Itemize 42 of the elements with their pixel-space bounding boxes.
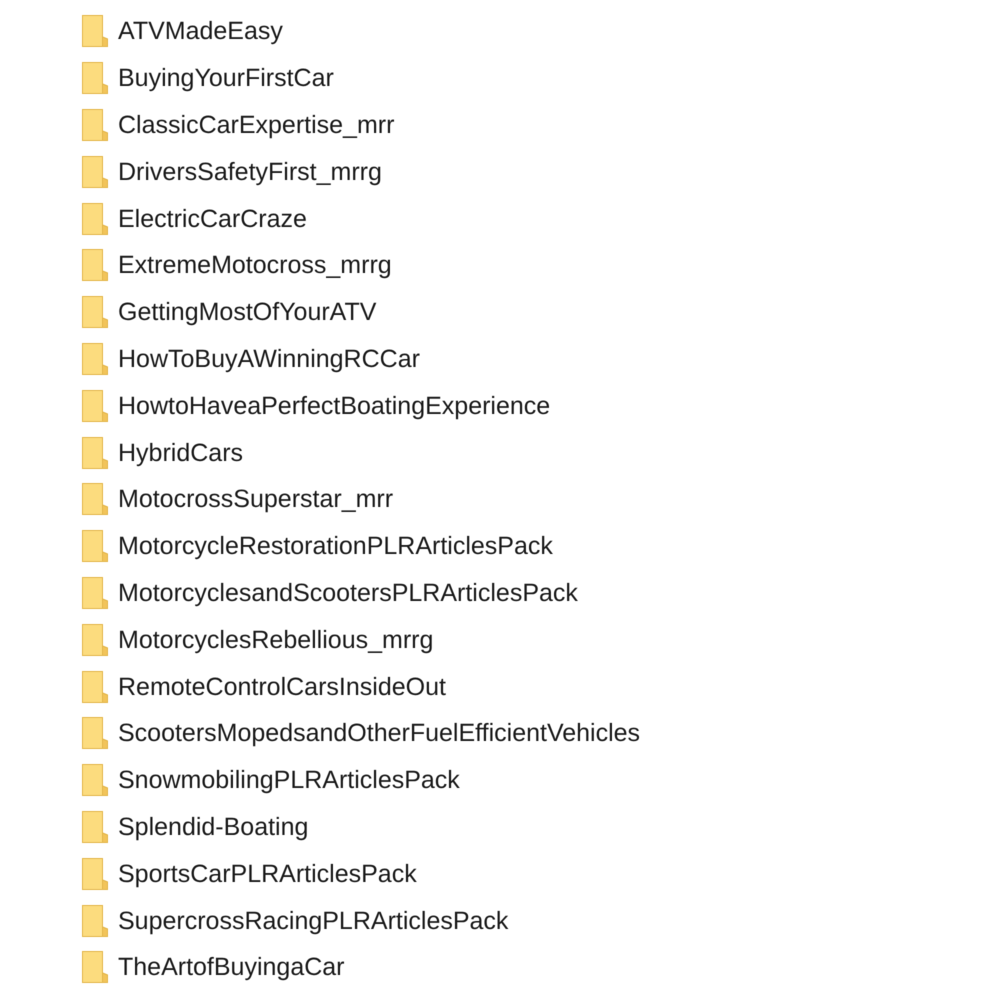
folder-name[interactable]: MotorcyclesandScootersPLRArticlesPack <box>118 578 578 608</box>
folder-name[interactable]: MotorcycleRestorationPLRArticlesPack <box>118 531 553 562</box>
folder-icon[interactable] <box>82 576 108 609</box>
folder-icon[interactable] <box>82 436 108 469</box>
folder-icon[interactable] <box>82 764 108 796</box>
folder-name[interactable]: ATVMadeEasy <box>118 16 283 46</box>
folder-name[interactable]: RemoteControlCarsInsideOut <box>118 672 446 702</box>
folder-name[interactable]: SnowmobilingPLRArticlesPack <box>118 765 460 796</box>
folder-icon[interactable] <box>82 156 108 188</box>
folder-icon[interactable] <box>82 108 108 141</box>
folder-name[interactable]: SportsCarPLRArticlesPack <box>118 858 417 889</box>
folder-name[interactable]: MotorcyclesRebellious_mrrg <box>118 624 434 655</box>
folder-name[interactable]: TheArtofBuyingaCar <box>118 952 345 982</box>
folder-name[interactable]: ElectricCarCraze <box>118 204 307 234</box>
folder-icon[interactable] <box>82 810 108 843</box>
folder-name[interactable]: MotocrossSuperstar_mrr <box>118 484 394 514</box>
folder-name[interactable]: ClassicCarExpertise_mrr <box>118 110 394 140</box>
folder-icon[interactable] <box>82 483 108 516</box>
folder-icon[interactable] <box>82 390 108 422</box>
folder-name[interactable]: HowToBuyAWinningRCCar <box>118 344 420 374</box>
folder-name[interactable]: ScootersMopedsandOtherFuelEfficientVehicles <box>118 718 640 748</box>
folder-name[interactable]: HybridCars <box>118 438 244 468</box>
folder-name[interactable]: BuyingYourFirstCar <box>118 63 334 94</box>
folder-icon[interactable] <box>82 624 108 656</box>
folder-icon[interactable] <box>82 15 108 48</box>
folder-icon[interactable] <box>82 249 108 282</box>
folder-name[interactable]: DriversSafetyFirst_mrrg <box>118 156 382 187</box>
folder-icon[interactable] <box>82 858 108 890</box>
folder-name[interactable]: GettingMostOfYourATV <box>118 297 376 328</box>
folder-icon[interactable] <box>82 342 108 375</box>
folder-name[interactable]: HowtoHaveaPerfectBoatingExperience <box>118 390 550 421</box>
folder-icon[interactable] <box>82 296 108 328</box>
folder-name[interactable]: ExtremeMotocross_mrrg <box>118 250 392 280</box>
folder-icon[interactable] <box>82 202 108 235</box>
folder-icon[interactable] <box>82 904 108 937</box>
folder-icon[interactable] <box>82 951 108 984</box>
folder-icon[interactable] <box>82 530 108 562</box>
folder-name[interactable]: SupercrossRacingPLRArticlesPack <box>118 906 508 936</box>
folder-icon[interactable] <box>82 670 108 703</box>
folder-name[interactable]: Splendid-Boating <box>118 812 308 842</box>
folder-icon[interactable] <box>82 62 108 94</box>
folder-icon[interactable] <box>82 717 108 750</box>
